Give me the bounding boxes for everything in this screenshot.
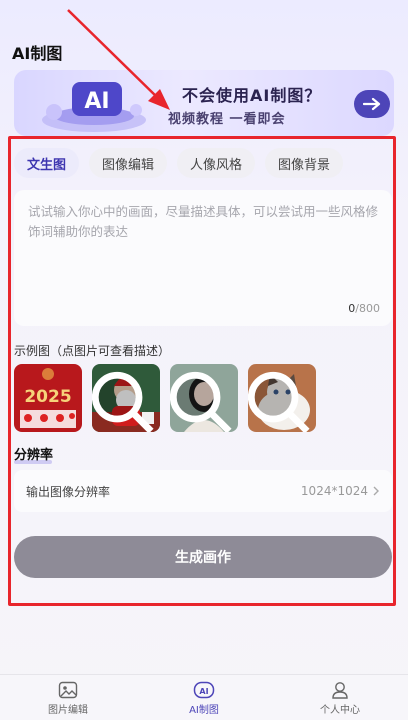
resolution-selector[interactable]: 输出图像分辨率 1024*1024 [14, 470, 392, 512]
chevron-right-icon [373, 486, 379, 496]
tab-portrait-style[interactable]: 人像风格 [177, 148, 256, 178]
example-image-santa[interactable] [92, 364, 160, 432]
prompt-input[interactable] [28, 202, 384, 292]
bottom-nav: 图片编辑 AI AI制图 个人中心 [0, 674, 408, 720]
example-images: 2025 [14, 364, 316, 432]
example-image-portrait[interactable] [170, 364, 238, 432]
nav-item-profile[interactable]: 个人中心 [290, 675, 390, 720]
ai-icon-text: AI [199, 687, 208, 696]
examples-label: 示例图（点图片可查看描述） [14, 344, 171, 358]
char-counter: 0/800 [348, 302, 380, 315]
nav-label-profile: 个人中心 [320, 705, 360, 716]
char-max: /800 [355, 302, 380, 315]
tutorial-banner[interactable]: AI 不会使用AI制图？ 视频教程 一看即会 [14, 70, 394, 136]
resolution-value: 1024*1024 [300, 484, 368, 498]
ai-3d-logo-illustration: AI [42, 82, 146, 132]
person-icon [332, 682, 348, 699]
nav-label-image-edit: 图片编辑 [48, 705, 88, 716]
resolution-value-wrap: 1024*1024 [301, 484, 380, 498]
tab-text-to-image[interactable]: 文生图 [14, 148, 80, 178]
nav-item-image-edit[interactable]: 图片编辑 [18, 675, 118, 720]
example-image-cat[interactable] [248, 364, 316, 432]
zoom-icon [248, 371, 310, 432]
banner-subtitle: 视频教程 一看即会 [168, 112, 286, 127]
page-title: AI制图 [12, 44, 63, 63]
tab-image-edit[interactable]: 图像编辑 [89, 148, 168, 178]
mode-tabs: 文生图 图像编辑 人像风格 图像背景 [14, 148, 390, 178]
zoom-icon [170, 371, 232, 432]
tab-image-background[interactable]: 图像背景 [265, 148, 344, 178]
resolution-label: 输出图像分辨率 [26, 484, 111, 499]
zoom-icon [92, 371, 154, 432]
banner-title: 不会使用AI制图？ [182, 86, 322, 105]
example-image-new-year[interactable]: 2025 [14, 364, 82, 432]
resolution-title: 分辨率 [14, 448, 54, 463]
nav-item-ai-draw[interactable]: AI AI制图 [154, 675, 254, 720]
banner-art-text: AI [84, 89, 109, 114]
nav-label-ai-draw: AI制图 [189, 705, 219, 716]
prompt-card: 0/800 [14, 190, 392, 326]
example-image-text: 2025 [24, 387, 71, 407]
image-icon [58, 681, 78, 699]
arrow-right-icon[interactable] [354, 90, 390, 118]
ai-icon: AI [193, 681, 215, 699]
generate-button[interactable]: 生成画作 [14, 536, 392, 578]
